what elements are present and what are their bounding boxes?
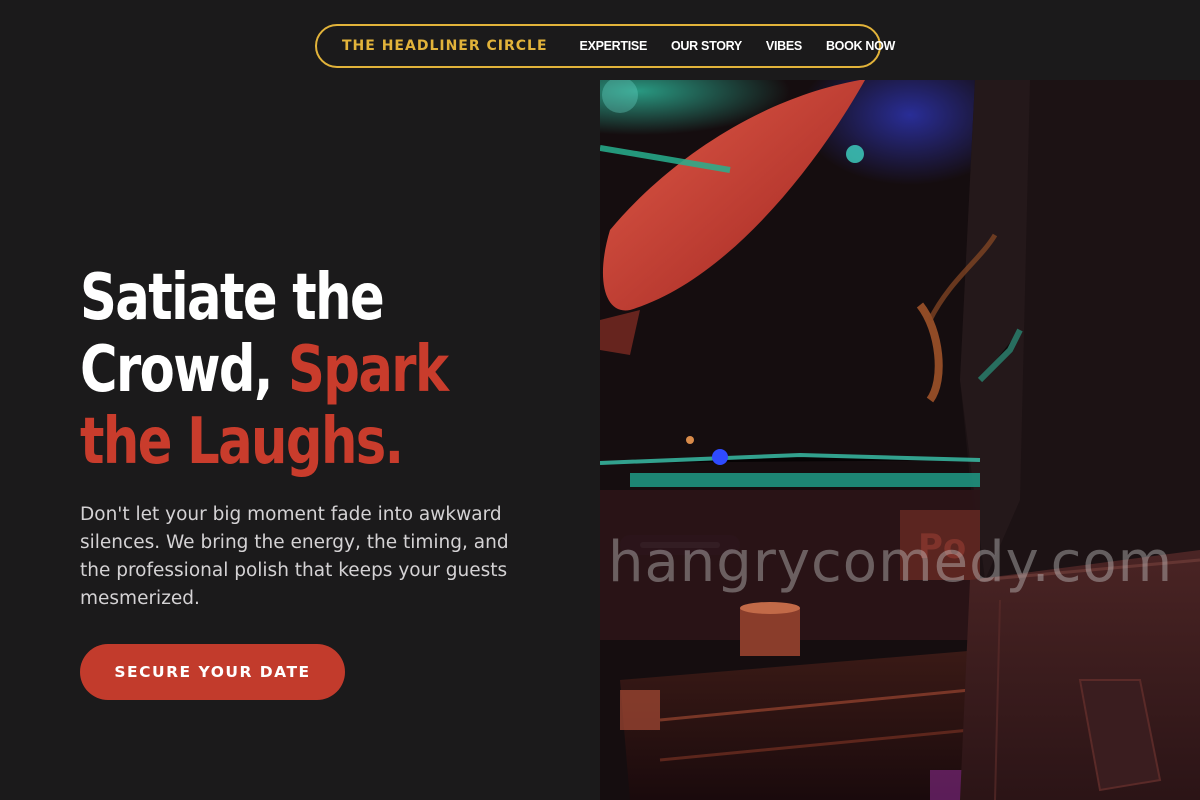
secure-date-button[interactable]: SECURE YOUR DATE [80,644,345,700]
hero-title-line-2: Crowd, [80,333,289,407]
hero-title-line-1: Satiate the [80,261,385,335]
landing-page: Po hangrycomedy.com THE HEADLINER CIRCLE… [0,0,1200,800]
nav-link-book-now[interactable]: BOOK NOW [826,39,895,53]
dj-booth-image: Po [600,80,1200,800]
nav-link-expertise[interactable]: EXPERTISE [580,39,648,53]
brand-logo[interactable]: THE HEADLINER CIRCLE [342,38,548,54]
nav-link-our-story[interactable]: OUR STORY [671,39,742,53]
nav-links: EXPERTISE OUR STORY VIBES BOOK NOW [580,39,896,53]
nav-link-vibes[interactable]: VIBES [766,39,802,53]
top-nav: THE HEADLINER CIRCLE EXPERTISE OUR STORY… [315,24,895,68]
hero-description: Don't let your big moment fade into awkw… [80,504,509,609]
hero-photo: Po hangrycomedy.com [600,80,1200,800]
svg-text:Po: Po [918,527,966,567]
hero-title-accent-spark: Spark [288,333,449,407]
hero-title: Satiate the Crowd, Spark the Laughs. [80,262,488,478]
hero-title-accent-laughs: the Laughs. [80,405,404,479]
